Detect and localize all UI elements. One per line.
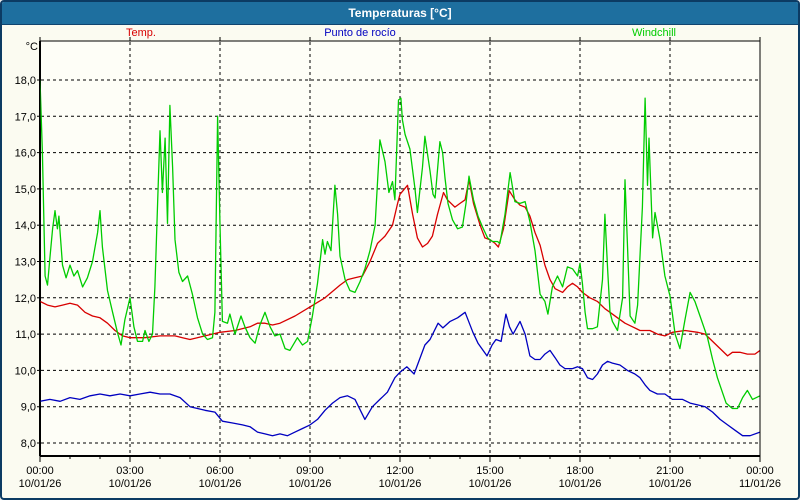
x-tick-date-label: 10/01/26: [19, 478, 62, 490]
y-tick-label: 17,0: [15, 111, 36, 123]
y-tick-label: 12,0: [15, 293, 36, 305]
y-tick-label: 18,0: [15, 75, 36, 87]
x-tick-time-label: 06:00: [206, 465, 234, 477]
y-tick-label: 16,0: [15, 148, 36, 160]
x-tick-date-label: 10/01/26: [649, 478, 692, 490]
y-tick-label: 10,0: [15, 365, 36, 377]
x-tick-time-label: 21:00: [656, 465, 684, 477]
y-tick-label: 14,0: [15, 220, 36, 232]
x-tick-date-label: 10/01/26: [199, 478, 242, 490]
x-tick-date-label: 10/01/26: [289, 478, 332, 490]
y-tick-label: 15,0: [15, 184, 36, 196]
x-tick-time-label: 09:00: [296, 465, 324, 477]
x-tick-date-label: 10/01/26: [559, 478, 602, 490]
temperature-chart-window: Temperaturas [°C] Temp. Punto de rocío W…: [0, 0, 800, 500]
x-tick-date-label: 10/01/26: [109, 478, 152, 490]
x-tick-time-label: 00:00: [746, 465, 774, 477]
x-tick-time-label: 12:00: [386, 465, 414, 477]
x-tick-date-label: 11/01/26: [739, 478, 781, 490]
x-tick-date-label: 10/01/26: [469, 478, 512, 490]
y-tick-label: 11,0: [15, 329, 36, 341]
x-tick-date-label: 10/01/26: [379, 478, 422, 490]
y-tick-label: 13,0: [15, 257, 36, 269]
x-tick-time-label: 18:00: [566, 465, 594, 477]
y-tick-label: 9,0: [21, 402, 36, 414]
x-tick-time-label: 15:00: [476, 465, 504, 477]
y-tick-label: 8,0: [21, 438, 36, 450]
y-axis-unit-label: °C: [26, 41, 38, 53]
x-tick-time-label: 00:00: [26, 465, 54, 477]
x-tick-time-label: 03:00: [116, 465, 144, 477]
line-chart-plot: 8,0 9,0 10,0 11,0 12,0 13,0 14,0 15,0 16,0 17,0 18…: [2, 2, 798, 498]
